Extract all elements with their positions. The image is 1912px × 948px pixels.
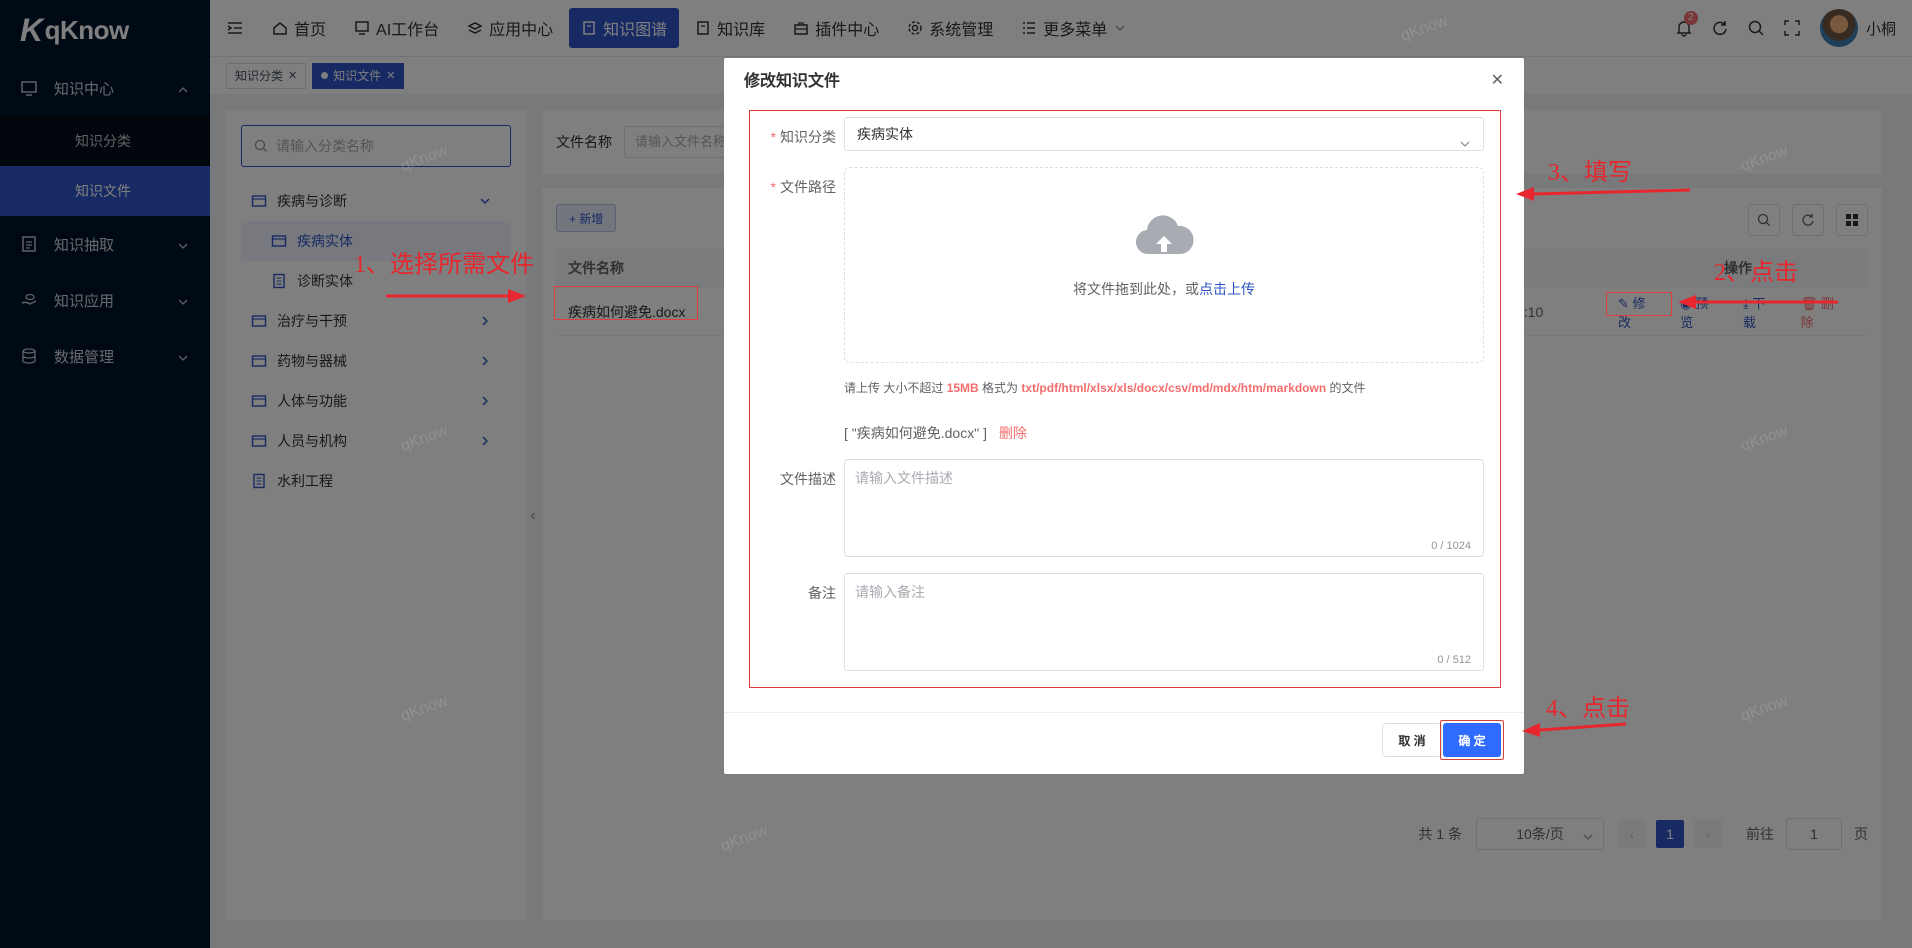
annotation-step2: 2、点击 [1714, 260, 1798, 286]
uploaded-file-entry: [ "疾病如何避免.docx" ] [844, 425, 987, 441]
remove-file-button[interactable]: 删除 [999, 425, 1027, 441]
annotation-box-confirm: 确 定 [1440, 720, 1504, 760]
annotation-arrow-icon [386, 289, 526, 303]
file-path-label: * 文件路径 [770, 179, 836, 195]
description-textarea[interactable]: 请输入文件描述 0 / 1024 [844, 459, 1484, 557]
dialog-footer: 取 消 确 定 [724, 712, 1524, 774]
chevron-down-icon [1459, 129, 1471, 161]
annotation-box-file [554, 286, 698, 320]
upload-link[interactable]: 点击上传 [1199, 281, 1255, 297]
remark-label: 备注 [808, 585, 836, 601]
upload-tip: 请上传 大小不超过 15MB 格式为 txt/pdf/html/xlsx/xls… [844, 381, 1366, 395]
edit-file-dialog: 修改知识文件 ✕ * 知识分类 疾病实体 * 文件路径 将文件拖到此处，或点击上传 … [724, 58, 1524, 774]
annotation-arrow-icon [1516, 187, 1691, 201]
remark-counter: 0 / 512 [1437, 654, 1471, 666]
category-label: * 知识分类 [770, 129, 836, 145]
remark-textarea[interactable]: 请输入备注 0 / 512 [844, 573, 1484, 671]
upload-hint: 将文件拖到此处，或 [1073, 281, 1199, 297]
cancel-button[interactable]: 取 消 [1382, 723, 1442, 757]
description-counter: 0 / 1024 [1431, 540, 1471, 552]
dialog-form: * 知识分类 疾病实体 * 文件路径 将文件拖到此处，或点击上传 请上传 大小不超过… [749, 110, 1501, 688]
description-label: 文件描述 [780, 471, 836, 487]
upload-cloud-icon [845, 214, 1483, 263]
upload-dropzone[interactable]: 将文件拖到此处，或点击上传 [844, 167, 1484, 363]
close-icon[interactable]: ✕ [1491, 70, 1504, 90]
confirm-button[interactable]: 确 定 [1443, 723, 1501, 757]
category-select[interactable]: 疾病实体 [844, 117, 1484, 151]
annotation-step1: 1、选择所需文件 [354, 252, 534, 278]
uploaded-file-list: [ "疾病如何避免.docx" ] 删除 [844, 423, 1027, 443]
annotation-arrow-icon [1678, 295, 1838, 309]
annotation-box-edit [1606, 292, 1672, 316]
dialog-title: 修改知识文件 [744, 73, 841, 90]
annotation-arrow-icon [1522, 722, 1627, 737]
